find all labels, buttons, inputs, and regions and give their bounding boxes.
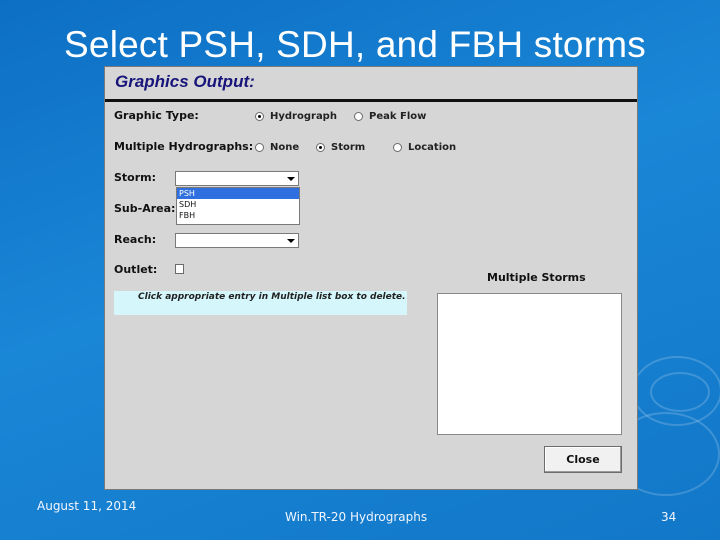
outlet-checkbox[interactable]	[175, 264, 184, 274]
radio-peak-flow-label: Peak Flow	[369, 111, 427, 122]
radio-hydrograph[interactable]: Hydrograph	[255, 111, 337, 122]
radio-hydrograph-label: Hydrograph	[270, 111, 337, 122]
graphics-output-dialog: Graphics Output: Graphic Type: Hydrograp…	[104, 66, 638, 490]
delete-hint-text: Click appropriate entry in Multiple list…	[114, 291, 407, 315]
dropdown-arrow-icon[interactable]	[287, 177, 295, 181]
page-number: 34	[661, 510, 677, 524]
multiple-hydrographs-label: Multiple Hydrographs:	[114, 140, 254, 153]
graphic-type-label: Graphic Type:	[114, 109, 199, 122]
reach-combobox[interactable]	[175, 233, 299, 248]
radio-location-label: Location	[408, 142, 457, 153]
storm-dropdown-list[interactable]: PSH SDH FBH	[176, 187, 300, 225]
multiple-storms-listbox[interactable]	[437, 293, 622, 435]
multiple-storms-label: Multiple Storms	[487, 271, 586, 284]
slide-title: Select PSH, SDH, and FBH storms	[64, 24, 646, 65]
radio-button-selected[interactable]	[316, 143, 325, 152]
dropdown-item-sdh[interactable]: SDH	[177, 199, 299, 210]
dropdown-arrow-icon[interactable]	[287, 239, 295, 243]
radio-button[interactable]	[354, 112, 363, 121]
dialog-title: Graphics Output:	[115, 72, 255, 91]
dropdown-item-psh[interactable]: PSH	[177, 188, 299, 199]
outlet-label: Outlet:	[114, 263, 158, 276]
radio-peak-flow[interactable]: Peak Flow	[354, 111, 426, 122]
radio-location[interactable]: Location	[393, 142, 456, 153]
footer-title: Win.TR-20 Hydrographs	[285, 510, 428, 524]
radio-button[interactable]	[393, 143, 402, 152]
radio-none[interactable]: None	[255, 142, 299, 153]
radio-none-label: None	[270, 142, 300, 153]
radio-storm[interactable]: Storm	[316, 142, 365, 153]
storm-label: Storm:	[114, 171, 157, 184]
radio-storm-label: Storm	[331, 142, 366, 153]
reach-label: Reach:	[114, 233, 157, 246]
sub-area-label: Sub-Area:	[114, 202, 176, 215]
footer-date: August 11, 2014	[37, 499, 137, 513]
close-button[interactable]: Close	[544, 446, 622, 473]
radio-button[interactable]	[255, 143, 264, 152]
storm-combobox[interactable]	[175, 171, 299, 186]
title-divider	[105, 99, 637, 102]
dropdown-item-fbh[interactable]: FBH	[177, 210, 299, 221]
radio-button-selected[interactable]	[255, 112, 264, 121]
